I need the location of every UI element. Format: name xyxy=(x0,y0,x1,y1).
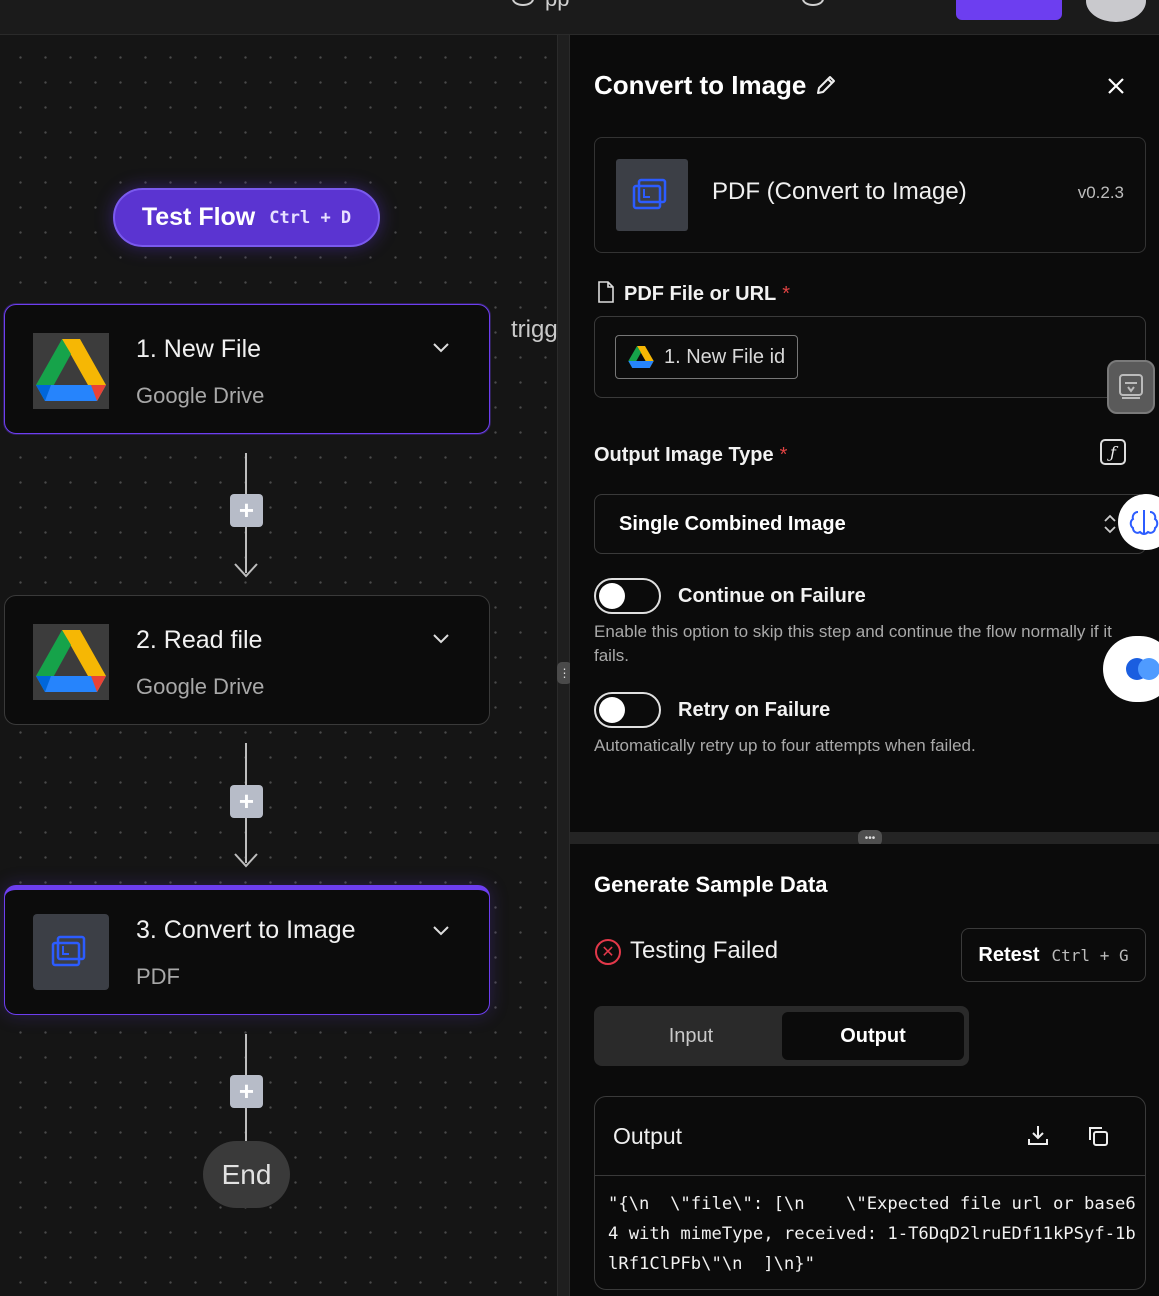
step-title: 1. New File xyxy=(136,335,262,363)
pdf-field-label: PDF File or URL * xyxy=(624,283,790,306)
publish-button[interactable] xyxy=(956,0,1062,20)
output-type-select[interactable]: Single Combined Image xyxy=(594,494,1146,554)
select-arrows-icon xyxy=(1104,514,1116,534)
avatar[interactable] xyxy=(1086,0,1146,22)
required-marker: * xyxy=(782,283,791,305)
history-icon xyxy=(802,0,824,6)
piece-info-card: PDF (Convert to Image) v0.2.3 xyxy=(594,137,1146,253)
flow-step-1[interactable]: 1. New File Google Drive xyxy=(4,304,490,434)
google-drive-icon xyxy=(33,624,109,700)
step-subtitle: Google Drive xyxy=(136,383,265,408)
retry-on-failure-toggle[interactable] xyxy=(594,692,661,728)
output-type-label-text: Output Image Type xyxy=(594,444,774,466)
input-output-tabs: Input Output xyxy=(594,1006,969,1066)
test-status: Testing Failed xyxy=(630,937,779,964)
sample-data-title: Generate Sample Data xyxy=(594,872,828,897)
step-title: 3. Convert to Image xyxy=(136,916,356,944)
tab-input[interactable]: Input xyxy=(600,1012,782,1060)
piece-name: PDF (Convert to Image) xyxy=(712,178,967,205)
retry-on-failure-label: Retry on Failure xyxy=(678,699,831,721)
variable-chip-label: 1. New File id xyxy=(664,345,786,368)
download-icon[interactable] xyxy=(1027,1124,1049,1146)
dynamic-value-icon[interactable]: ƒ xyxy=(1100,439,1126,465)
variable-chip[interactable]: 1. New File id xyxy=(615,335,799,379)
test-flow-label: Test Flow xyxy=(141,203,256,231)
continue-on-failure-label: Continue on Failure xyxy=(678,585,866,607)
test-flow-button[interactable]: Test Flow Ctrl + D xyxy=(113,188,380,247)
data-selector-toggle[interactable] xyxy=(1107,360,1155,414)
clock-icon xyxy=(512,0,534,6)
piece-version: v0.2.3 xyxy=(1077,183,1124,202)
chat-icon xyxy=(1126,658,1159,680)
pdf-convert-icon xyxy=(616,159,688,231)
required-marker: * xyxy=(779,444,788,466)
add-step-button[interactable]: + xyxy=(230,494,263,527)
tab-output[interactable]: Output xyxy=(782,1012,964,1060)
step-subtitle: PDF xyxy=(136,964,180,989)
google-drive-icon xyxy=(33,333,109,409)
test-flow-shortcut: Ctrl + D xyxy=(269,207,352,228)
continue-on-failure-toggle[interactable] xyxy=(594,578,661,614)
panel-title: Convert to Image xyxy=(594,70,807,100)
add-step-button[interactable]: + xyxy=(230,785,263,818)
pdf-convert-icon xyxy=(33,914,109,990)
copy-icon[interactable] xyxy=(1086,1124,1110,1148)
retest-shortcut: Ctrl + G xyxy=(1051,945,1129,965)
close-icon[interactable] xyxy=(1104,74,1128,98)
flow-step-3[interactable]: 3. Convert to Image PDF xyxy=(4,885,490,1015)
output-card: Output "{\n \"file\": [\n \"Expected fil… xyxy=(594,1096,1146,1290)
arrow-down-icon xyxy=(234,563,258,578)
output-json: "{\n \"file\": [\n \"Expected file url o… xyxy=(608,1194,1136,1274)
retest-button[interactable]: Retest Ctrl + G xyxy=(961,928,1146,982)
pencil-icon[interactable] xyxy=(813,72,839,98)
chevron-down-icon[interactable] xyxy=(429,918,453,942)
output-title: Output xyxy=(613,1123,683,1149)
partial-canvas-text: trigg xyxy=(511,316,558,343)
flow-step-2[interactable]: 2. Read file Google Drive xyxy=(4,595,490,725)
output-type-label: Output Image Type * xyxy=(594,444,787,467)
error-icon: ✕ xyxy=(595,939,621,965)
retest-label: Retest xyxy=(978,943,1040,966)
end-node: End xyxy=(203,1141,290,1208)
continue-on-failure-description: Enable this option to skip this step and… xyxy=(594,622,1112,665)
chevron-down-icon[interactable] xyxy=(429,626,453,650)
google-drive-icon xyxy=(628,346,654,368)
add-step-button[interactable]: + xyxy=(230,1075,263,1108)
pdf-field-label-text: PDF File or URL xyxy=(624,283,777,305)
data-selector-icon xyxy=(1119,374,1143,399)
top-bar: pp xyxy=(0,0,1159,35)
topbar-clipped-text: pp xyxy=(545,0,569,12)
brain-icon xyxy=(1129,510,1159,535)
step-subtitle: Google Drive xyxy=(136,674,265,699)
output-header: Output xyxy=(595,1097,1145,1176)
pdf-file-input[interactable]: 1. New File id xyxy=(594,316,1146,398)
file-icon xyxy=(598,281,614,303)
arrow-down-icon xyxy=(234,853,258,868)
retry-on-failure-description: Automatically retry up to four attempts … xyxy=(594,736,976,755)
output-type-value: Single Combined Image xyxy=(619,513,846,535)
chevron-down-icon[interactable] xyxy=(429,335,453,359)
step-title: 2. Read file xyxy=(136,626,263,654)
